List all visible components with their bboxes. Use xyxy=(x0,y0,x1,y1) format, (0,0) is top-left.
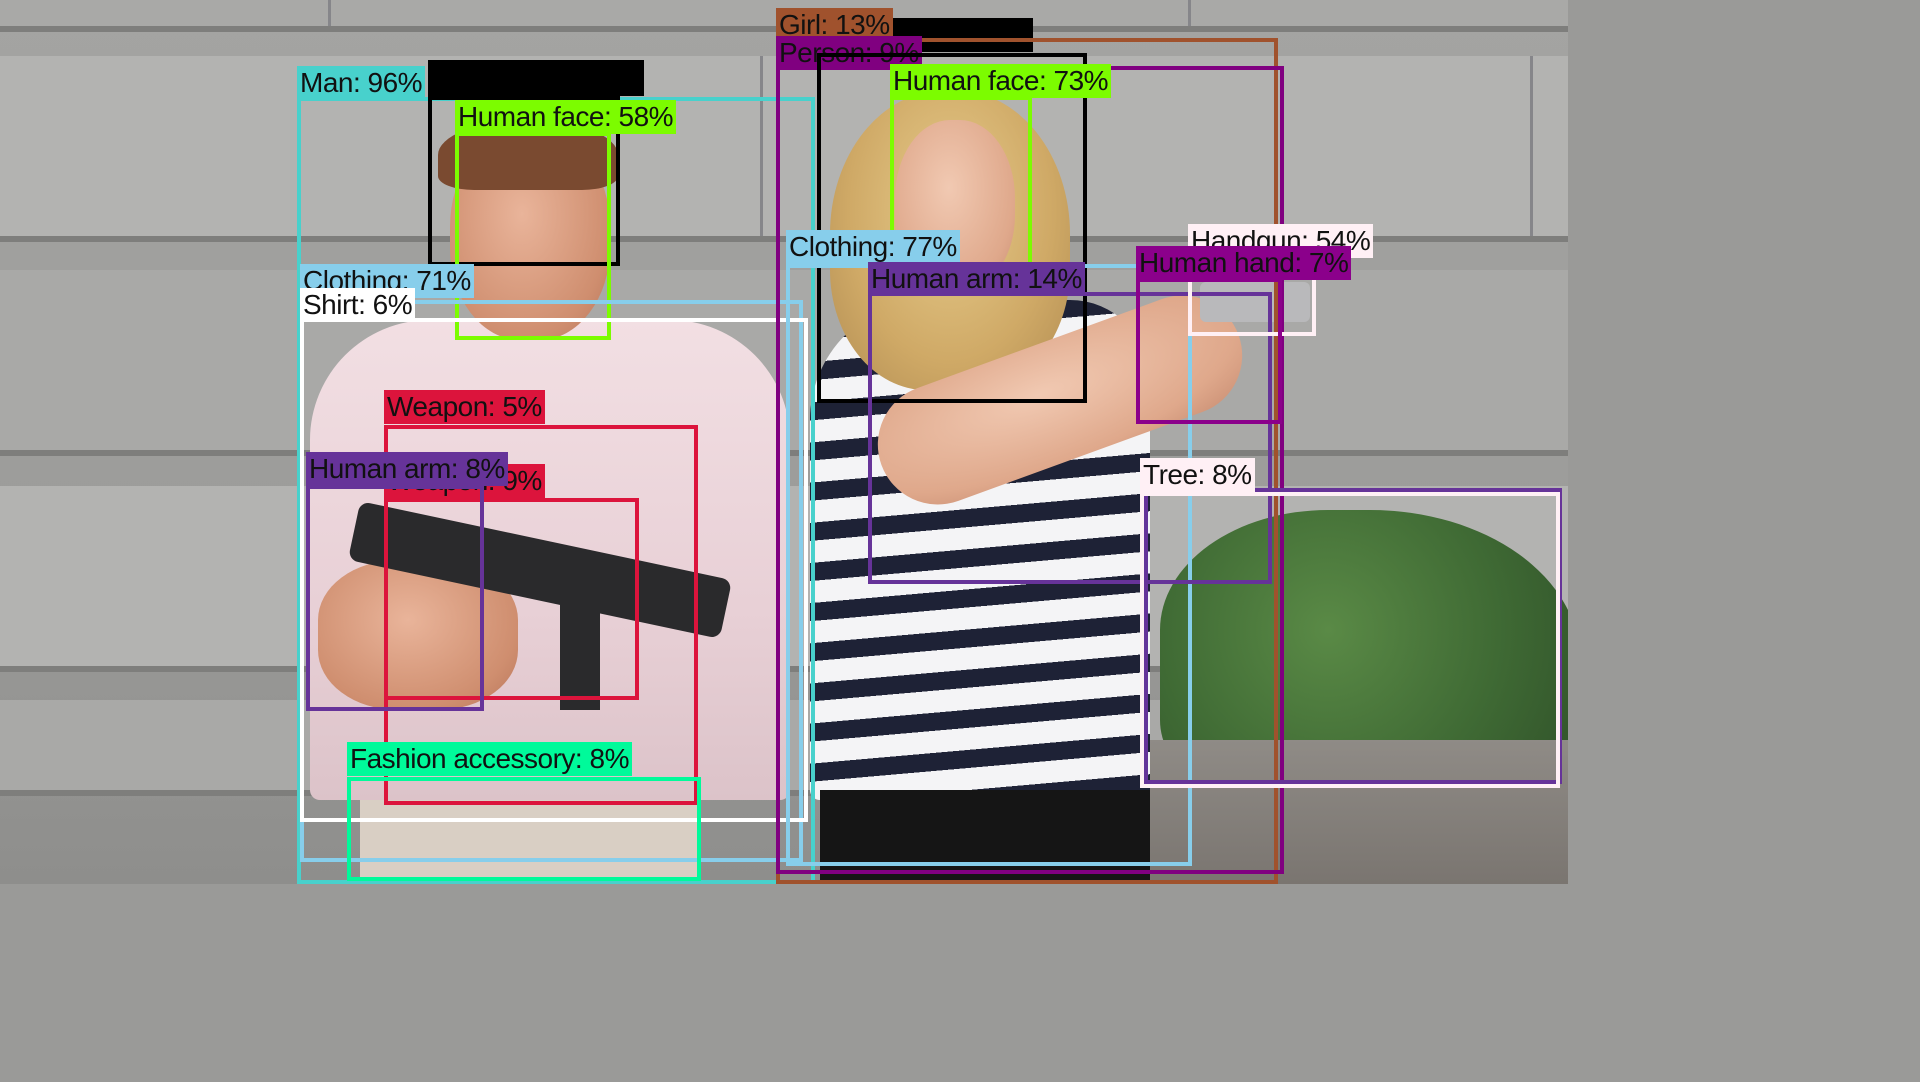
weapon-a-label: Weapon: 5% xyxy=(384,390,545,424)
human-arm-left-label: Human arm: 8% xyxy=(306,452,508,486)
human-arm-right-label: Human arm: 14% xyxy=(868,262,1085,296)
annotated-photo: Man: 96% Human face: 58% Clothing: 71% S… xyxy=(0,0,1568,884)
wall-joint xyxy=(328,0,331,26)
tree-label: Tree: 8% xyxy=(1140,458,1255,492)
wall-joint xyxy=(1188,0,1191,26)
wall-joint xyxy=(1530,56,1533,236)
human-hand-label: Human hand: 7% xyxy=(1136,246,1352,280)
human-arm-left-box xyxy=(306,485,484,711)
fashion-accessory-label: Fashion accessory: 8% xyxy=(347,742,632,776)
human-face-left-label: Human face: 58% xyxy=(455,100,677,134)
human-face-right-label: Human face: 73% xyxy=(890,64,1112,98)
redaction-bar xyxy=(428,60,644,96)
fashion-accessory-box xyxy=(347,777,701,881)
man-label: Man: 96% xyxy=(297,66,426,100)
clothing-right-label: Clothing: 77% xyxy=(786,230,960,264)
human-hand-box xyxy=(1136,278,1282,424)
tree-box xyxy=(1140,492,1560,788)
shirt-label: Shirt: 6% xyxy=(300,288,416,322)
